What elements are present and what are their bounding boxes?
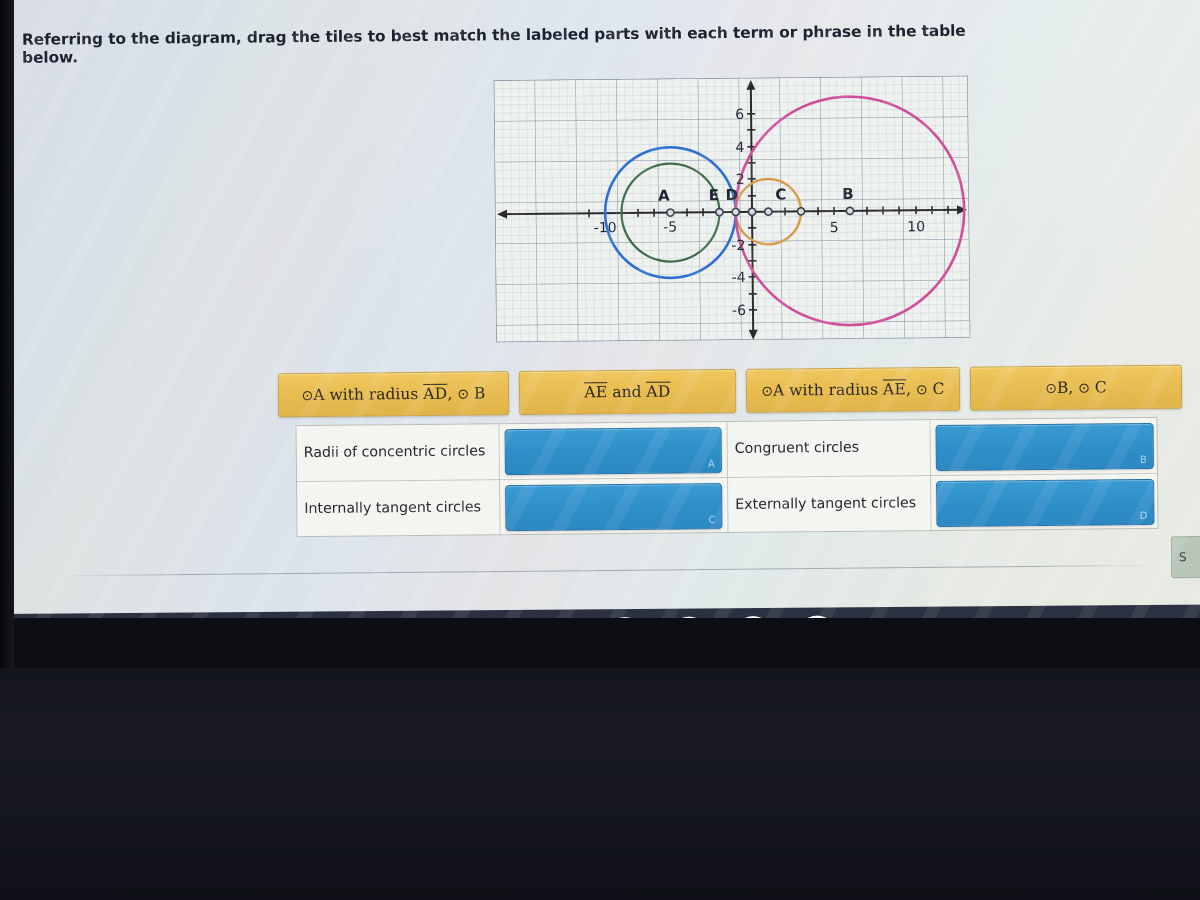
dropzone-externally-tangent-circles[interactable]: D <box>936 478 1155 527</box>
point-c <box>763 207 773 217</box>
tile-text: AE and AD <box>584 382 671 402</box>
submit-button-clipped[interactable]: S <box>1170 535 1200 579</box>
point-e <box>715 207 724 217</box>
point-c-right <box>796 206 806 216</box>
point-a <box>666 208 675 217</box>
dropzone-congruent-circles[interactable]: B <box>935 422 1154 471</box>
point-origin <box>747 207 757 217</box>
tile-circle-a-radius-ad-circle-b[interactable]: ⊙A with radius AD, ⊙ B <box>277 371 510 418</box>
google-docs-icon[interactable] <box>734 615 773 618</box>
ytick-2: 2 <box>736 172 745 188</box>
section-divider <box>58 564 1158 577</box>
label-point-c: C <box>775 185 786 203</box>
tile-text: ⊙A with radius AE, ⊙ C <box>761 379 945 400</box>
tile-circle-a-radius-ae-circle-c[interactable]: ⊙A with radius AE, ⊙ C <box>745 366 961 413</box>
page-title: Referring to the diagram, drag the tiles… <box>21 21 966 67</box>
drop-cell-row1-left: A <box>499 421 729 481</box>
ytick-neg4: -4 <box>732 270 746 286</box>
point-b <box>845 206 855 216</box>
laptop-bezel-bottom: DELL <box>0 668 1200 900</box>
label-point-e: E <box>709 186 719 204</box>
dropzone-radii-of-concentric-circles[interactable]: A <box>504 426 722 475</box>
term-label-internally-tangent-circles: Internally tangent circles <box>297 480 501 539</box>
dropzone-key: B <box>1139 454 1147 466</box>
xtick-neg10: -10 <box>594 220 617 236</box>
dropzone-key: D <box>1139 510 1148 523</box>
taskbar-icon-group <box>606 615 837 618</box>
xtick-5: 5 <box>830 220 839 236</box>
tile-circle-b-circle-c[interactable]: ⊙B, ⊙ C <box>969 364 1183 411</box>
xtick-neg5: -5 <box>663 220 677 236</box>
graph-svg: A E D C B -10 -5 5 10 6 4 2 -2 -4 -6 <box>493 75 971 343</box>
term-label-externally-tangent-circles: Externally tangent circles <box>728 476 932 534</box>
drop-cell-row1-right: B <box>930 417 1159 477</box>
ytick-4: 4 <box>735 140 744 156</box>
drop-cell-row2-right: D <box>931 474 1160 532</box>
worksheet-page: Referring to the diagram, drag the tiles… <box>14 0 1200 596</box>
dropzone-key: C <box>708 515 716 527</box>
drop-cell-row2-left: C <box>500 477 729 537</box>
label-point-a: A <box>658 187 670 205</box>
tile-text: ⊙B, ⊙ C <box>1045 378 1107 397</box>
matching-table: Radii of concentric circles A Congruent … <box>295 416 1160 539</box>
laptop-screen-photo: Referring to the diagram, drag the tiles… <box>0 0 1200 900</box>
point-d <box>731 207 741 217</box>
screen-content-area: Referring to the diagram, drag the tiles… <box>0 0 1200 618</box>
tile-ae-and-ad[interactable]: AE and AD <box>518 368 737 416</box>
gmail-icon[interactable] <box>670 616 709 618</box>
dropzone-key: A <box>707 458 715 470</box>
ytick-neg2: -2 <box>731 238 745 254</box>
youtube-icon[interactable] <box>798 615 837 618</box>
coordinate-diagram: A E D C B -10 -5 5 10 6 4 2 -2 -4 -6 <box>493 75 971 343</box>
label-point-b: B <box>842 185 854 203</box>
term-label-radii-of-concentric-circles: Radii of concentric circles <box>296 424 501 483</box>
term-label-congruent-circles: Congruent circles <box>727 420 932 478</box>
tile-text: ⊙A with radius AD, ⊙ B <box>301 384 486 405</box>
chrome-icon[interactable] <box>606 616 645 618</box>
ytick-6: 6 <box>735 107 744 123</box>
draggable-tiles-row: ⊙A with radius AD, ⊙ B AE and AD ⊙A with… <box>277 364 1183 418</box>
xtick-10: 10 <box>907 219 925 235</box>
label-point-d: D <box>726 186 739 204</box>
ytick-neg6: -6 <box>732 303 746 319</box>
taskbar <box>0 604 1200 618</box>
dropzone-internally-tangent-circles[interactable]: C <box>505 483 723 532</box>
